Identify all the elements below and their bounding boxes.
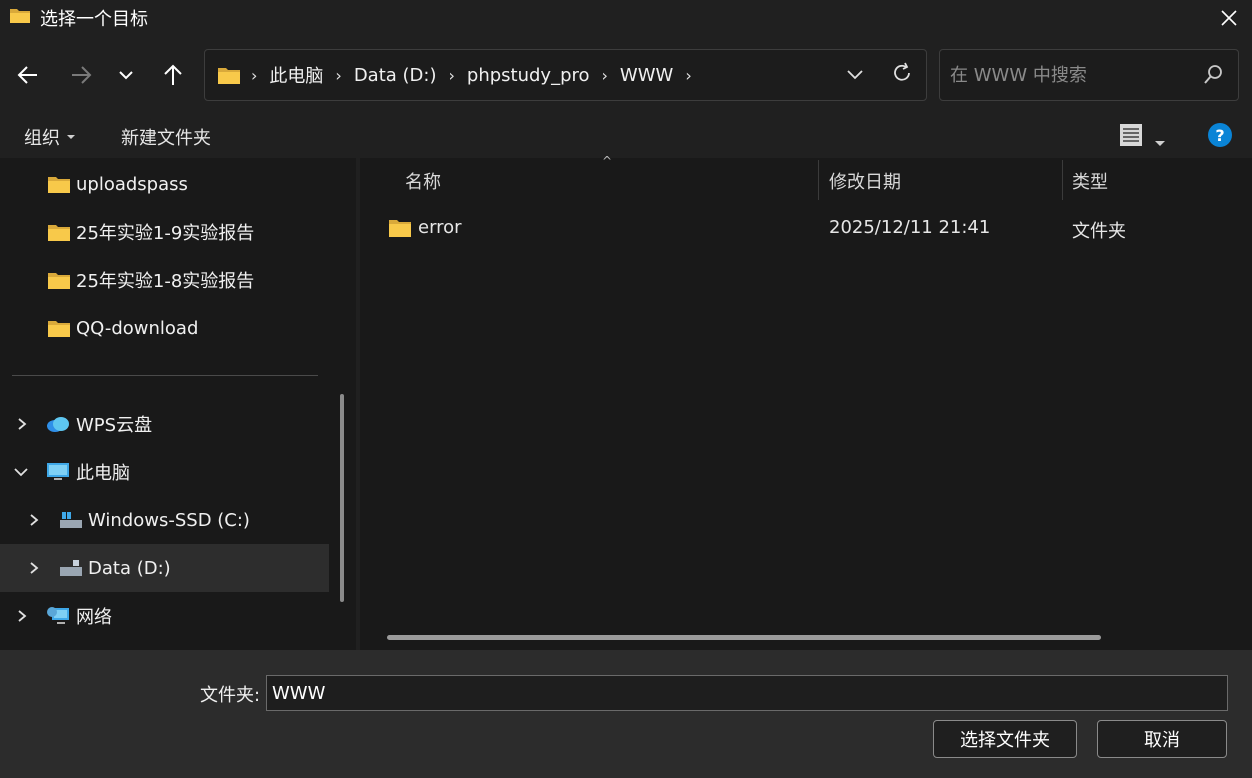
column-header-name[interactable]: 名称	[405, 168, 441, 194]
nav-item-wps-cloud[interactable]: WPS云盘	[0, 400, 329, 448]
breadcrumb-item[interactable]: Data (D:)	[354, 65, 437, 86]
back-button[interactable]	[10, 57, 46, 93]
nav-item-drive-c[interactable]: Windows-SSD (C:)	[0, 496, 329, 544]
chevron-down-icon[interactable]	[13, 465, 29, 479]
search-input[interactable]	[950, 64, 1190, 86]
chevron-right-icon[interactable]: ›	[602, 66, 608, 85]
column-separator[interactable]	[818, 160, 819, 200]
search-box[interactable]	[939, 49, 1239, 101]
computer-icon	[47, 463, 69, 480]
folder-icon	[10, 9, 30, 23]
new-folder-button[interactable]: 新建文件夹	[121, 124, 211, 150]
view-dropdown-button[interactable]	[1154, 131, 1166, 152]
arrow-up-icon	[164, 64, 182, 85]
column-separator[interactable]	[1062, 160, 1063, 200]
command-bar: 组织 新建文件夹 ?	[0, 112, 1252, 158]
table-row[interactable]: error 2025/12/11 21:41 文件夹	[360, 208, 1252, 248]
nav-item-drive-d[interactable]: Data (D:)	[0, 544, 329, 592]
file-type: 文件夹	[1072, 221, 1126, 242]
chevron-right-icon[interactable]	[27, 561, 41, 575]
file-list: ^ 名称 修改日期 类型 error 2025/12/11 21:41 文件夹	[360, 154, 1252, 650]
navigation-bar: › 此电脑 › Data (D:) › phpstudy_pro › WWW ›	[0, 36, 1252, 112]
nav-folder-item[interactable]: 25年实验1-8实验报告	[0, 256, 329, 304]
nav-folder-item[interactable]: QQ-download	[0, 304, 329, 352]
breadcrumb: › 此电脑 › Data (D:) › phpstudy_pro › WWW ›	[217, 50, 704, 100]
search-icon	[1204, 65, 1222, 84]
chevron-right-icon[interactable]: ›	[335, 66, 341, 85]
organize-label: 组织	[24, 128, 60, 149]
horizontal-scrollbar[interactable]	[387, 635, 1101, 640]
chevron-right-icon: ›	[251, 65, 258, 85]
chevron-down-icon	[119, 71, 133, 80]
breadcrumb-item[interactable]: WWW	[620, 65, 673, 86]
close-icon	[1221, 10, 1237, 26]
nav-label: Windows-SSD (C:)	[88, 509, 250, 531]
windows-drive-icon	[60, 512, 82, 528]
nav-folder-label: uploadspass	[76, 173, 188, 195]
window-title: 选择一个目标	[40, 9, 148, 30]
nav-scrollbar[interactable]	[340, 394, 344, 602]
folder-icon	[389, 220, 411, 237]
select-folder-button[interactable]: 选择文件夹	[933, 720, 1077, 758]
file-name: error	[418, 217, 462, 238]
chevron-right-icon[interactable]	[27, 513, 41, 527]
details-view-icon	[1120, 124, 1142, 146]
caret-down-icon	[1155, 141, 1165, 146]
nav-label: 网络	[76, 607, 112, 628]
svg-text:?: ?	[1215, 126, 1224, 145]
nav-item-this-pc[interactable]: 此电脑	[0, 448, 329, 496]
nav-label: WPS云盘	[76, 415, 153, 436]
chevron-right-icon[interactable]: ›	[685, 66, 691, 85]
breadcrumb-item[interactable]: 此电脑	[269, 62, 323, 88]
title-bar: 选择一个目标	[0, 0, 1252, 36]
nav-label: 此电脑	[76, 463, 130, 484]
folder-icon	[48, 321, 70, 337]
close-button[interactable]	[1206, 0, 1252, 36]
nav-folder-item[interactable]: 25年实验1-9实验报告	[0, 208, 329, 256]
chevron-right-icon[interactable]: ›	[448, 66, 454, 85]
address-bar[interactable]: › 此电脑 › Data (D:) › phpstudy_pro › WWW ›	[204, 49, 927, 101]
folder-icon	[48, 225, 70, 241]
nav-folder-item[interactable]: uploadspass	[0, 160, 329, 208]
arrow-right-icon	[72, 66, 92, 84]
cloud-icon	[47, 417, 69, 432]
folder-label: 文件夹:	[200, 685, 261, 706]
column-header-modified[interactable]: 修改日期	[829, 168, 901, 194]
chevron-down-icon	[847, 70, 863, 80]
folder-icon	[48, 273, 70, 289]
chevron-right-icon[interactable]	[15, 417, 29, 431]
up-button[interactable]	[155, 57, 191, 93]
column-header-type[interactable]: 类型	[1072, 168, 1108, 194]
folder-name-field[interactable]	[266, 675, 1228, 711]
refresh-icon	[894, 62, 910, 81]
view-options-button[interactable]	[1118, 122, 1144, 153]
caret-down-icon	[67, 135, 75, 139]
sort-ascending-icon: ^	[602, 154, 613, 168]
cancel-button[interactable]: 取消	[1097, 720, 1227, 758]
breadcrumb-item[interactable]: phpstudy_pro	[467, 65, 590, 86]
search-button[interactable]	[1202, 64, 1224, 91]
network-icon	[47, 607, 69, 624]
help-button[interactable]: ?	[1207, 122, 1233, 153]
chevron-right-icon[interactable]	[15, 609, 29, 623]
arrow-left-icon	[17, 66, 37, 84]
drive-icon	[60, 560, 82, 576]
bottom-panel: 文件夹: 选择文件夹 取消	[0, 650, 1252, 778]
divider	[12, 375, 318, 376]
folder-icon	[48, 177, 70, 193]
navigation-pane: uploadspass 25年实验1-9实验报告 25年实验1-8实验报告 QQ…	[0, 158, 356, 650]
help-icon: ?	[1208, 123, 1232, 147]
forward-button[interactable]	[63, 57, 99, 93]
folder-icon	[218, 68, 240, 84]
file-modified: 2025/12/11 21:41	[829, 217, 991, 238]
recent-locations-button[interactable]	[108, 57, 144, 93]
organize-menu-button[interactable]: 组织	[24, 124, 76, 150]
nav-label: Data (D:)	[88, 557, 171, 579]
nav-item-network[interactable]: 网络	[0, 592, 329, 640]
refresh-button[interactable]	[891, 62, 913, 89]
nav-folder-label: 25年实验1-9实验报告	[76, 223, 255, 244]
nav-folder-label: 25年实验1-8实验报告	[76, 271, 255, 292]
address-history-button[interactable]	[845, 64, 865, 89]
nav-folder-label: QQ-download	[76, 317, 199, 339]
